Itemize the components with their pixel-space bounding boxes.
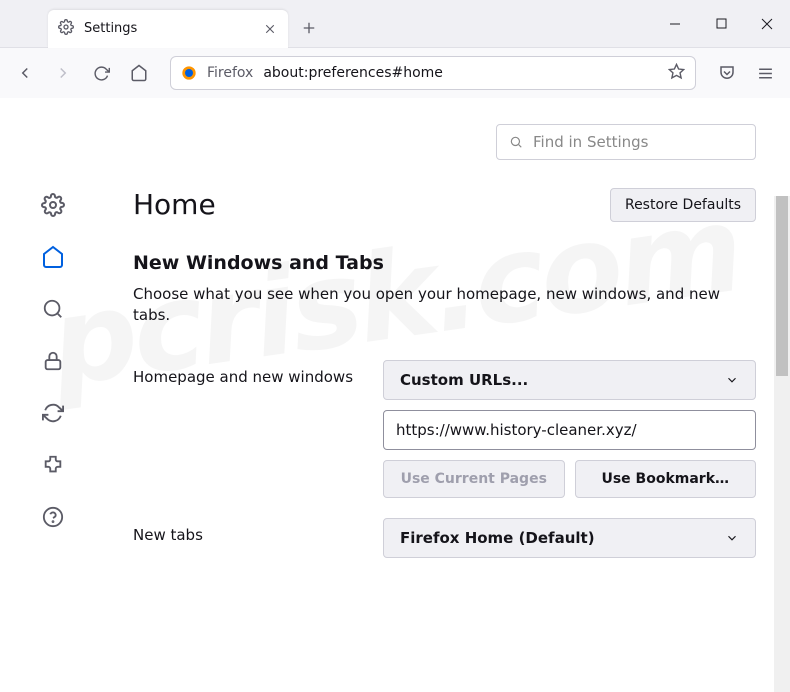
homepage-mode-select[interactable]: Custom URLs... bbox=[383, 360, 756, 400]
back-button[interactable] bbox=[8, 56, 42, 90]
settings-sidebar bbox=[0, 98, 105, 594]
tab-title: Settings bbox=[84, 21, 252, 36]
titlebar: Settings bbox=[0, 0, 790, 48]
find-in-settings-input[interactable]: Find in Settings bbox=[496, 124, 756, 160]
sidebar-extensions-icon[interactable] bbox=[41, 453, 65, 477]
sidebar-search-icon[interactable] bbox=[41, 297, 65, 321]
use-bookmark-button[interactable]: Use Bookmark… bbox=[575, 460, 757, 498]
section-heading: New Windows and Tabs bbox=[133, 252, 756, 274]
newtabs-select[interactable]: Firefox Home (Default) bbox=[383, 518, 756, 558]
close-window-button[interactable] bbox=[744, 0, 790, 48]
forward-button[interactable] bbox=[46, 56, 80, 90]
content-area: Find in Settings Home Restore Defaults N… bbox=[0, 98, 790, 594]
browser-tab[interactable]: Settings bbox=[48, 10, 288, 48]
bookmark-star-icon[interactable] bbox=[668, 63, 685, 84]
firefox-icon bbox=[181, 65, 197, 81]
newtabs-label: New tabs bbox=[133, 518, 363, 544]
new-tab-button[interactable] bbox=[294, 13, 324, 43]
menu-button[interactable] bbox=[748, 56, 782, 90]
nav-toolbar: Firefox about:preferences#home bbox=[0, 48, 790, 98]
scrollbar-thumb[interactable] bbox=[776, 196, 788, 376]
settings-main: Find in Settings Home Restore Defaults N… bbox=[105, 98, 790, 594]
url-identity: Firefox bbox=[207, 65, 253, 81]
section-description: Choose what you see when you open your h… bbox=[133, 284, 756, 326]
homepage-url-input[interactable]: https://www.history-cleaner.xyz/ bbox=[383, 410, 756, 450]
sidebar-privacy-icon[interactable] bbox=[41, 349, 65, 373]
maximize-button[interactable] bbox=[698, 0, 744, 48]
sidebar-help-icon[interactable] bbox=[41, 505, 65, 529]
use-current-pages-button[interactable]: Use Current Pages bbox=[383, 460, 565, 498]
sidebar-home-icon[interactable] bbox=[41, 245, 65, 269]
homepage-label: Homepage and new windows bbox=[133, 360, 363, 386]
restore-defaults-button[interactable]: Restore Defaults bbox=[610, 188, 756, 222]
sidebar-general-icon[interactable] bbox=[41, 193, 65, 217]
gear-icon bbox=[58, 19, 74, 39]
window-controls bbox=[652, 0, 790, 48]
home-button[interactable] bbox=[122, 56, 156, 90]
minimize-button[interactable] bbox=[652, 0, 698, 48]
close-icon[interactable] bbox=[262, 21, 278, 37]
chevron-down-icon bbox=[725, 531, 739, 545]
search-placeholder: Find in Settings bbox=[533, 133, 648, 151]
sidebar-sync-icon[interactable] bbox=[41, 401, 65, 425]
pocket-button[interactable] bbox=[710, 56, 744, 90]
chevron-down-icon bbox=[725, 373, 739, 387]
url-bar[interactable]: Firefox about:preferences#home bbox=[170, 56, 696, 90]
url-text: about:preferences#home bbox=[263, 65, 443, 81]
reload-button[interactable] bbox=[84, 56, 118, 90]
page-title: Home bbox=[133, 188, 216, 221]
